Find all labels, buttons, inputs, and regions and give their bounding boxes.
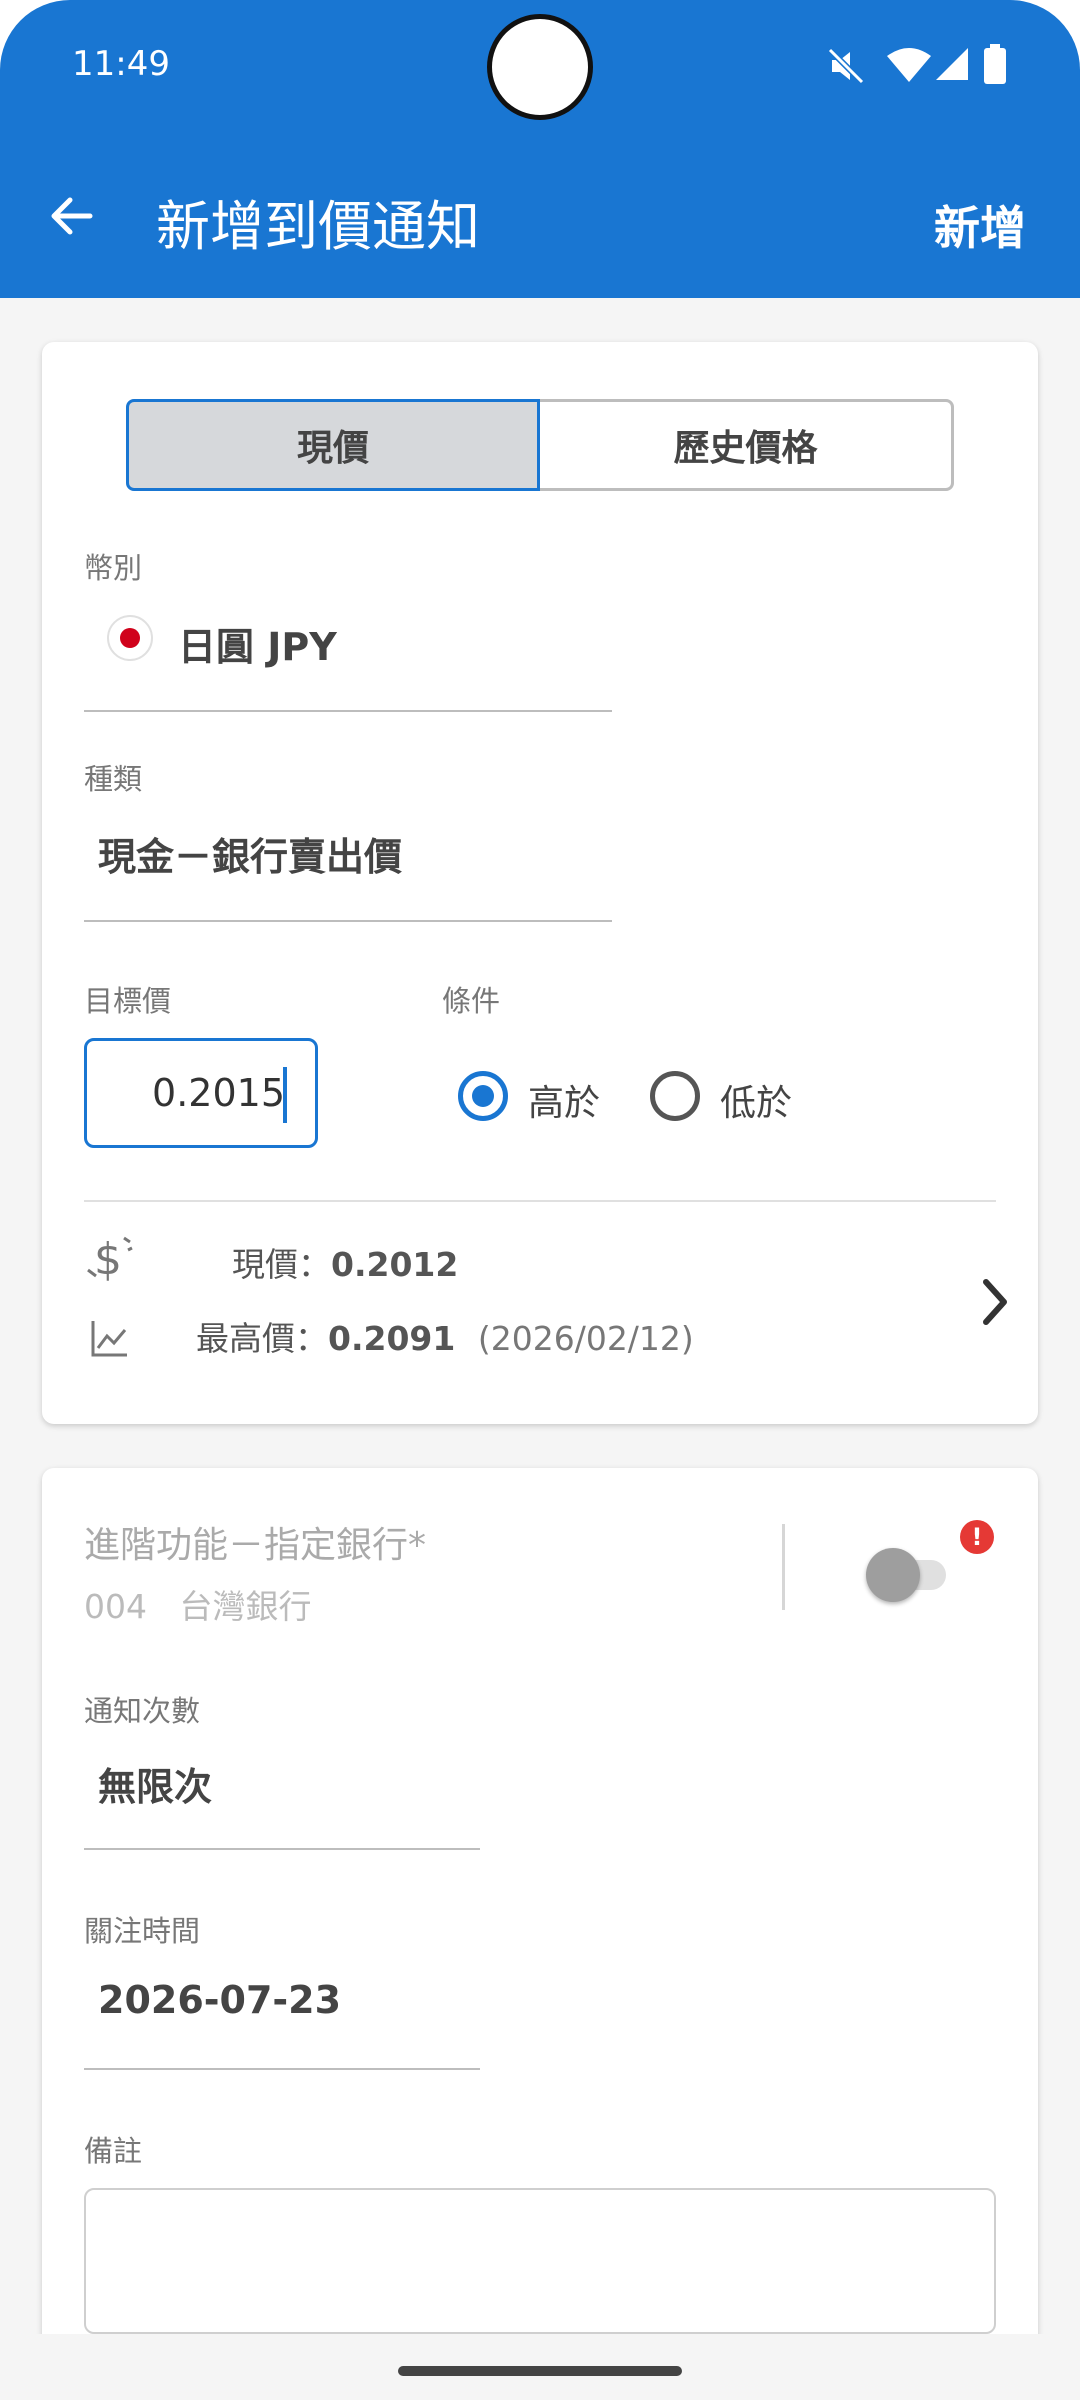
type-value: 現金－銀行賣出價 bbox=[98, 835, 403, 879]
screen: 11:49 新增到價通知 新增 現價 歷史價格 幣別 日圓 JPY 種類 現金－… bbox=[0, 0, 1080, 2400]
bank-code: 004 bbox=[84, 1587, 147, 1626]
target-price-input[interactable]: 0.2015 bbox=[84, 1038, 318, 1148]
current-price-label: 現價： bbox=[232, 1245, 331, 1284]
currency-selector[interactable]: 日圓 JPY bbox=[84, 588, 612, 714]
add-button[interactable]: 新增 bbox=[934, 192, 1026, 258]
wifi-icon bbox=[887, 48, 931, 82]
bank-name: 台灣銀行 bbox=[179, 1587, 312, 1626]
condition-label: 條件 bbox=[442, 984, 501, 1018]
target-price-value: 0.2015 bbox=[152, 1071, 285, 1115]
price-info-row[interactable]: $ 現價：0.2012 最高價：0.2091 (2026/02/12) bbox=[84, 1228, 1007, 1388]
currency-value: 日圓 JPY bbox=[178, 625, 337, 669]
japan-flag-icon bbox=[107, 615, 153, 661]
chevron-right-icon bbox=[983, 1279, 1007, 1325]
advanced-toggle[interactable] bbox=[866, 1546, 950, 1602]
tab-current-price[interactable]: 現價 bbox=[126, 399, 540, 491]
radio-unselected-icon bbox=[650, 1071, 700, 1121]
battery-icon bbox=[984, 44, 1006, 84]
camera-cutout bbox=[487, 14, 593, 120]
note-textarea[interactable] bbox=[84, 2188, 996, 2334]
watch-time-value: 2026-07-23 bbox=[98, 1978, 342, 2022]
watch-time-underline bbox=[84, 2068, 480, 2070]
divider bbox=[84, 1200, 996, 1202]
currency-underline bbox=[84, 710, 612, 712]
condition-below-label: 低於 bbox=[720, 1083, 793, 1124]
tab-current-price-label: 現價 bbox=[296, 428, 369, 469]
advanced-settings-card: 進階功能－指定銀行* 004 台灣銀行 ! 通知次數 無限次 關注時間 2026… bbox=[42, 1468, 1038, 2400]
text-cursor bbox=[283, 1067, 287, 1123]
condition-above-label: 高於 bbox=[528, 1083, 601, 1124]
alert-settings-card: 現價 歷史價格 幣別 日圓 JPY 種類 現金－銀行賣出價 目標價 0.2015 bbox=[42, 342, 1038, 1424]
page-title: 新增到價通知 bbox=[156, 195, 480, 258]
watch-time-label: 關注時間 bbox=[84, 1914, 201, 1948]
price-tabs: 現價 歷史價格 bbox=[126, 399, 954, 491]
notify-count-label: 通知次數 bbox=[84, 1694, 201, 1728]
signal-icon bbox=[936, 48, 968, 80]
current-price-value: 0.2012 bbox=[331, 1245, 459, 1284]
high-price-label: 最高價： bbox=[196, 1319, 328, 1358]
navigation-bar bbox=[0, 2334, 1080, 2400]
svg-text:$: $ bbox=[94, 1234, 122, 1285]
condition-above-radio[interactable]: 高於 bbox=[458, 1068, 618, 1124]
toggle-thumb bbox=[866, 1548, 920, 1602]
type-selector[interactable]: 現金－銀行賣出價 bbox=[84, 798, 612, 924]
bank-text: 004 台灣銀行 bbox=[84, 1580, 312, 1628]
radio-selected-icon bbox=[458, 1071, 508, 1121]
notify-count-underline bbox=[84, 1848, 480, 1850]
chart-line-icon bbox=[91, 1321, 127, 1357]
currency-label: 幣別 bbox=[84, 551, 143, 585]
warning-badge-icon: ! bbox=[960, 1520, 994, 1554]
status-time: 11:49 bbox=[72, 44, 170, 84]
tab-history-price-label: 歷史價格 bbox=[673, 428, 818, 469]
note-label: 備註 bbox=[84, 2134, 143, 2168]
tab-history-price[interactable]: 歷史價格 bbox=[540, 399, 954, 491]
mute-icon bbox=[827, 47, 865, 85]
current-price-text: 現價：0.2012 bbox=[232, 1238, 458, 1286]
watch-time-selector[interactable]: 2026-07-23 bbox=[84, 1948, 480, 2072]
notify-count-value: 無限次 bbox=[98, 1765, 213, 1809]
high-price-text: 最高價：0.2091 (2026/02/12) bbox=[196, 1312, 694, 1360]
back-arrow-icon[interactable] bbox=[46, 190, 98, 242]
high-price-value: 0.2091 bbox=[328, 1319, 456, 1358]
notify-count-selector[interactable]: 無限次 bbox=[84, 1728, 480, 1852]
vertical-divider bbox=[782, 1524, 785, 1610]
type-underline bbox=[84, 920, 612, 922]
advanced-title: 進階功能－指定銀行* bbox=[84, 1525, 427, 1566]
condition-below-radio[interactable]: 低於 bbox=[650, 1068, 810, 1124]
home-gesture-handle[interactable] bbox=[398, 2366, 682, 2376]
target-price-label: 目標價 bbox=[84, 984, 172, 1018]
high-price-date: (2026/02/12) bbox=[477, 1319, 694, 1358]
price-change-icon: $ bbox=[87, 1234, 133, 1285]
type-label: 種類 bbox=[84, 762, 143, 796]
app-bar: 11:49 新增到價通知 新增 bbox=[0, 0, 1080, 298]
